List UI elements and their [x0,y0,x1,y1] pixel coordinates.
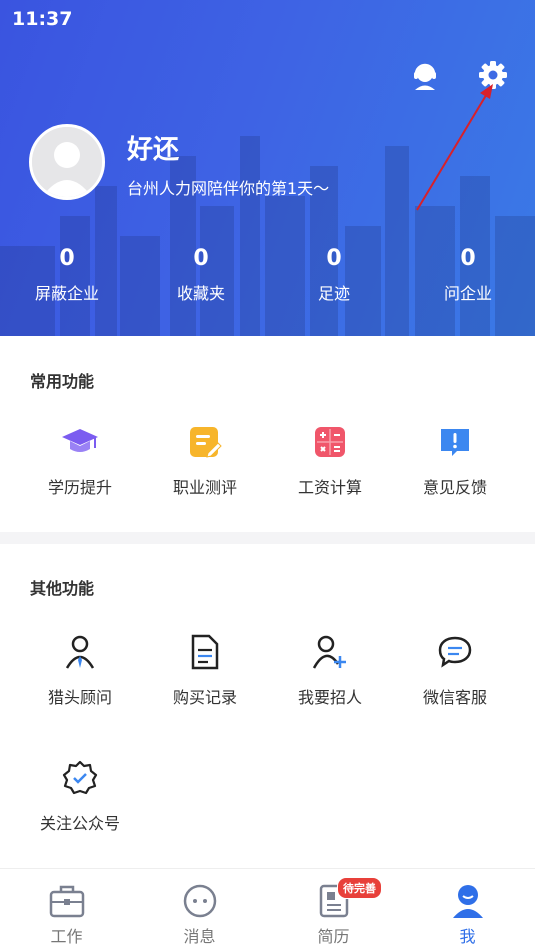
tab-label: 简历 [317,927,350,946]
feature-purchase-history[interactable]: 购买记录 [145,632,265,708]
tab-label: 工作 [50,927,83,946]
message-icon [180,881,220,921]
tab-label: 消息 [183,927,216,946]
feature-feedback[interactable]: 意见反馈 [395,422,515,498]
feature-wechat-service[interactable]: 微信客服 [395,632,515,708]
note-edit-icon [185,422,225,462]
common-features-title: 常用功能 [30,372,95,391]
other-features-card: 其他功能 猎头顾问 购买记录 我要招人 微信客服 关注公众号 [0,544,535,868]
document-icon [185,632,225,672]
feature-recruit[interactable]: 我要招人 [270,632,390,708]
feature-label: 意见反馈 [422,478,487,497]
briefcase-icon [47,881,87,921]
feature-label: 关注公众号 [39,814,120,833]
feature-label: 购买记录 [172,688,237,707]
add-user-icon [310,632,350,672]
feature-salary-calculator[interactable]: 工资计算 [270,422,390,498]
feature-label: 猎头顾问 [47,688,112,707]
common-features-card: 常用功能 学历提升 职业测评 工资计算 意见反馈 [0,336,535,532]
headhunter-icon [60,632,100,672]
resume-incomplete-badge: 待完善 [337,877,382,899]
feature-label: 微信客服 [422,688,487,707]
feedback-icon [435,422,475,462]
feature-label: 我要招人 [297,688,362,707]
feature-label: 职业测评 [172,478,237,497]
bottom-tab-bar: 工作 消息 简历 待完善 我 [0,868,535,951]
calculator-icon [310,422,350,462]
verified-badge-icon [60,758,100,798]
feature-headhunter-consultant[interactable]: 猎头顾问 [20,632,140,708]
tab-me[interactable]: 我 [401,869,534,951]
chat-bubble-icon [435,632,475,672]
other-features-title: 其他功能 [30,579,95,598]
tab-work[interactable]: 工作 [0,869,133,951]
feature-label: 学历提升 [47,478,112,497]
tab-label: 我 [459,927,476,946]
feature-education-upgrade[interactable]: 学历提升 [20,422,140,498]
tab-messages[interactable]: 消息 [133,869,266,951]
graduation-cap-icon [60,422,100,462]
feature-follow-official-account[interactable]: 关注公众号 [20,758,140,834]
annotation-arrow [416,84,493,211]
user-icon [448,881,488,921]
feature-career-assessment[interactable]: 职业测评 [145,422,265,498]
feature-label: 工资计算 [297,478,362,497]
